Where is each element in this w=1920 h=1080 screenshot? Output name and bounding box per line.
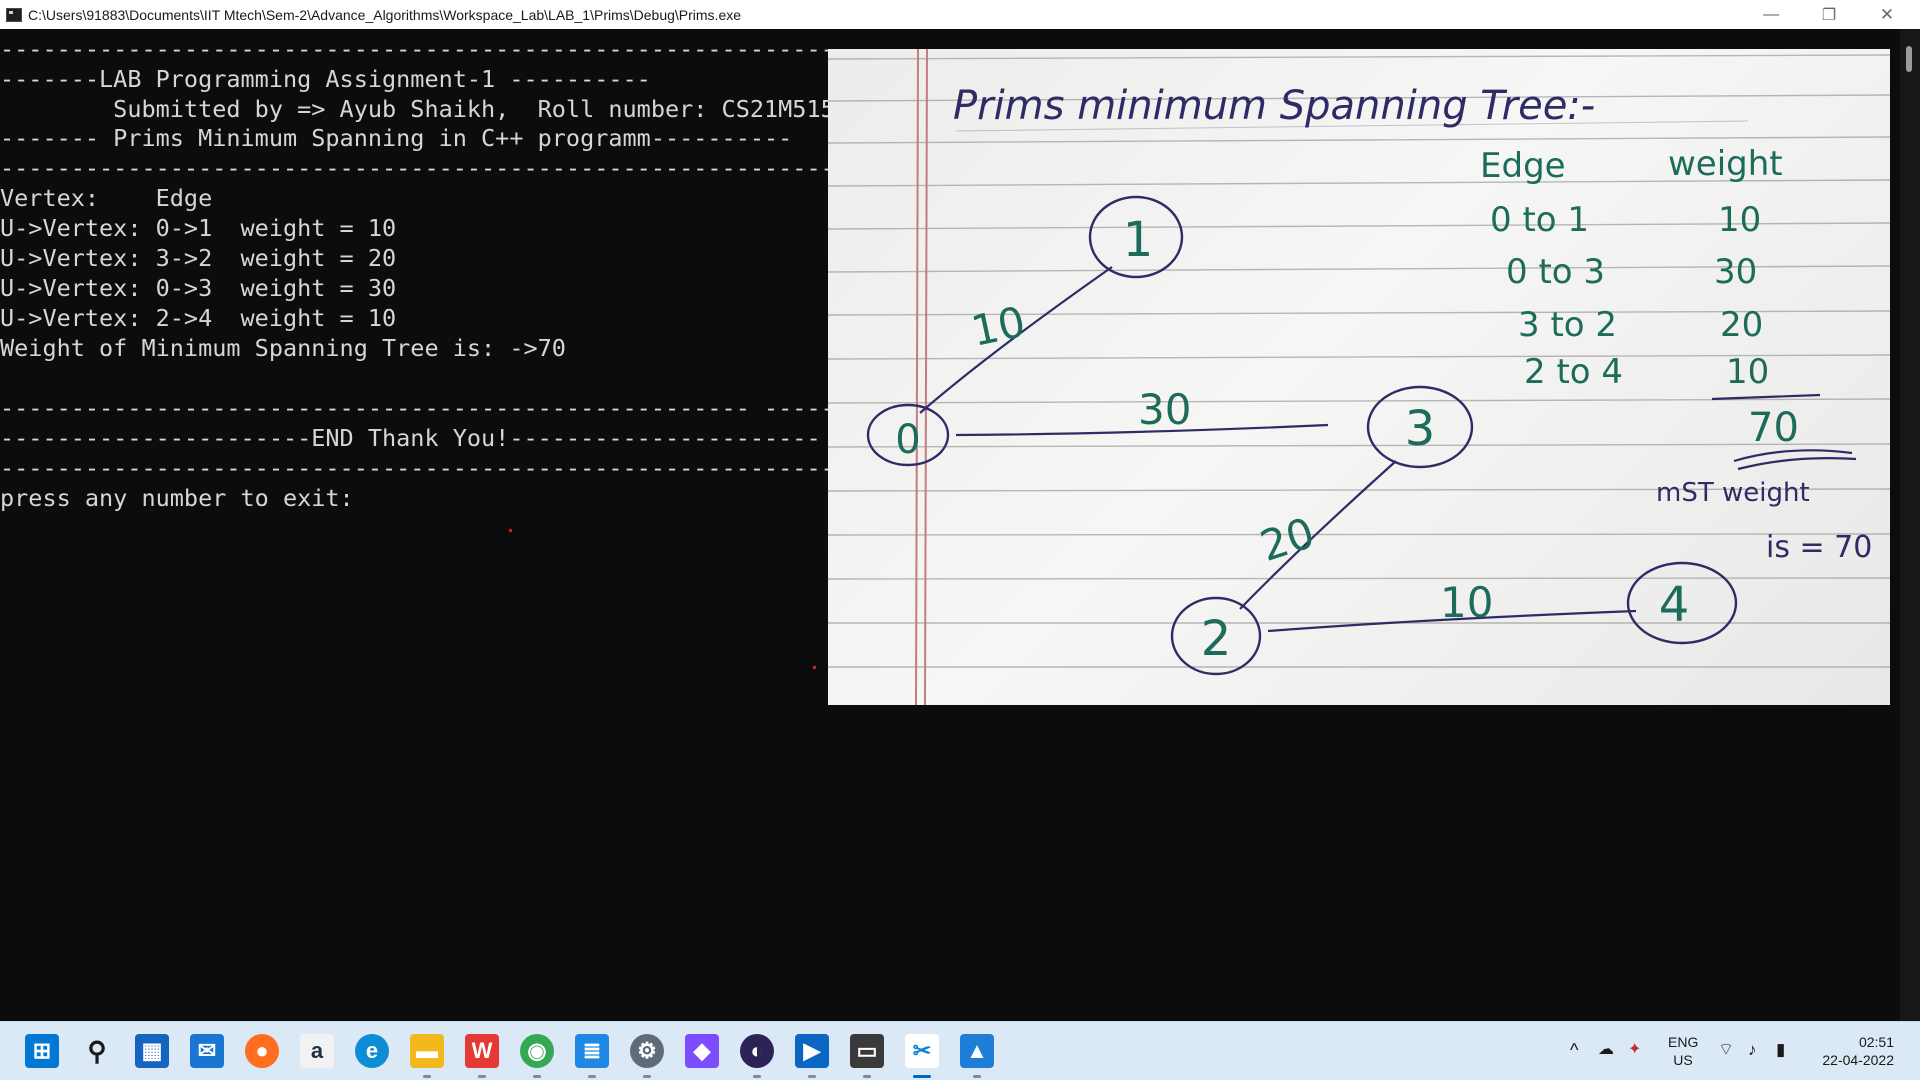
stray-pixel xyxy=(813,666,816,669)
dropbox-icon[interactable]: ✦ xyxy=(1628,1041,1641,1059)
table-row-weight: 30 xyxy=(1714,252,1757,292)
media-player-icon[interactable]: ▶ xyxy=(795,1034,829,1068)
node-label: 2 xyxy=(1201,611,1232,667)
devtools-icon[interactable]: ◆ xyxy=(685,1034,719,1068)
table-row-weight: 10 xyxy=(1726,352,1769,392)
table-row-edge: 0 to 3 xyxy=(1506,252,1605,292)
running-indicator xyxy=(753,1075,761,1078)
battery-icon[interactable]: ▮ xyxy=(1776,1041,1785,1059)
mst-weight-note: mST weight xyxy=(1656,478,1810,508)
start-icon[interactable]: ⊞ xyxy=(25,1034,59,1068)
scrollbar-thumb[interactable] xyxy=(1906,46,1912,72)
table-header-edge: Edge xyxy=(1480,146,1566,186)
table-header-weight: weight xyxy=(1668,144,1783,184)
amazon-icon[interactable]: a xyxy=(300,1034,334,1068)
windows-taskbar: ⊞ ⚲ ▦ ✉ ● a e ▬ W ◉ ≣ ⚙ ◆ ◐ ▶ ▭ ✂ ▲ ^ ☁ … xyxy=(0,1021,1920,1080)
tray-chevron-icon[interactable]: ^ xyxy=(1570,1041,1578,1059)
sum-line xyxy=(1711,393,1821,401)
table-row-weight: 20 xyxy=(1720,305,1763,345)
console-line: ----------------------------------------… xyxy=(0,35,934,63)
console-line: Submitted by => Ayub Shaikh, Roll number… xyxy=(0,95,835,123)
console-line: ----------------------------------------… xyxy=(0,394,849,422)
mail-icon[interactable]: ✉ xyxy=(190,1034,224,1068)
edge-weight-labels: 10 30 20 10 xyxy=(967,297,1493,627)
window-title: C:\Users\91883\Documents\IIT Mtech\Sem-2… xyxy=(28,6,742,23)
edge-weight-label: 10 xyxy=(967,297,1029,356)
language-indicator[interactable]: ENG US xyxy=(1668,1033,1698,1069)
close-button[interactable]: ✕ xyxy=(1858,0,1916,29)
total-underline xyxy=(1737,457,1857,471)
snipping-tool-icon[interactable]: ✂ xyxy=(905,1034,939,1068)
clock-time: 02:51 xyxy=(1858,1034,1894,1050)
console-line: ----------------------------------------… xyxy=(0,454,849,482)
table-row-edge: 0 to 1 xyxy=(1490,200,1589,240)
console-line: Weight of Minimum Spanning Tree is: ->70 xyxy=(0,334,566,362)
edge-weight-label: 20 xyxy=(1254,508,1320,571)
window-title-bar[interactable]: C:\Users\91883\Documents\IIT Mtech\Sem-2… xyxy=(0,0,1920,29)
language-code: ENG xyxy=(1668,1034,1699,1050)
console-line: ----------------------END Thank You!----… xyxy=(0,424,821,452)
console-line: U->Vertex: 0->1 weight = 10 xyxy=(0,214,397,242)
wps-office-icon[interactable]: W xyxy=(465,1034,499,1068)
running-indicator xyxy=(643,1075,651,1078)
running-indicator xyxy=(478,1075,486,1078)
stray-pixel xyxy=(509,529,512,532)
running-indicator xyxy=(588,1075,596,1078)
running-indicator xyxy=(423,1075,431,1078)
notebook-photo: 1 0 3 2 4 10 30 20 10 Prims minimum Span… xyxy=(828,49,1890,705)
total-weight: 70 xyxy=(1748,405,1799,451)
wifi-icon[interactable]: ⌔ xyxy=(1718,1041,1734,1059)
search-icon[interactable]: ⚲ xyxy=(80,1034,114,1068)
mst-weight-note: is = 70 xyxy=(1766,530,1872,565)
terminal-icon[interactable]: ▭ xyxy=(850,1034,884,1068)
restore-button[interactable]: ❐ xyxy=(1800,0,1858,29)
console-line: -------LAB Programming Assignment-1 ----… xyxy=(0,65,651,93)
margin-line xyxy=(924,49,928,705)
clock[interactable]: 02:51 22-04-2022 xyxy=(1812,1033,1894,1069)
edge-weight-label: 10 xyxy=(1440,578,1493,627)
notebook-drawing: 1 0 3 2 4 10 30 20 10 Prims minimum Span… xyxy=(828,49,1890,705)
console-line: U->Vertex: 0->3 weight = 30 xyxy=(0,274,397,302)
node-label: 0 xyxy=(895,417,920,463)
table-row-weight: 10 xyxy=(1718,200,1761,240)
notepad-icon[interactable]: ≣ xyxy=(575,1034,609,1068)
eclipse-icon[interactable]: ◐ xyxy=(740,1034,774,1068)
running-indicator xyxy=(973,1075,981,1078)
console-scrollbar[interactable] xyxy=(1900,29,1920,1021)
node-label: 1 xyxy=(1123,212,1154,268)
chrome-icon[interactable]: ◉ xyxy=(520,1034,554,1068)
margin-line xyxy=(915,49,919,705)
running-indicator xyxy=(863,1075,871,1078)
table-row-edge: 2 to 4 xyxy=(1524,352,1623,392)
edge-icon[interactable]: e xyxy=(355,1034,389,1068)
region-code: US xyxy=(1673,1052,1693,1068)
running-indicator xyxy=(533,1075,541,1078)
active-window-indicator xyxy=(913,1075,931,1078)
clock-date: 22-04-2022 xyxy=(1822,1052,1894,1068)
console-line: Vertex: Edge xyxy=(0,184,213,212)
onedrive-icon[interactable]: ☁ xyxy=(1598,1041,1614,1059)
console-line: press any number to exit: xyxy=(0,484,354,512)
running-indicator xyxy=(808,1075,816,1078)
table-row-edge: 3 to 2 xyxy=(1518,305,1617,345)
photos-icon[interactable]: ▲ xyxy=(960,1034,994,1068)
edge-weight-label: 30 xyxy=(1138,385,1191,434)
notebook-title: Prims minimum Spanning Tree:- xyxy=(953,83,1595,129)
console-line: ------- Prims Minimum Spanning in C++ pr… xyxy=(0,124,793,152)
settings-icon[interactable]: ⚙ xyxy=(630,1034,664,1068)
console-line: U->Vertex: 3->2 weight = 20 xyxy=(0,244,397,272)
firefox-icon[interactable]: ● xyxy=(245,1034,279,1068)
file-explorer-icon[interactable]: ▬ xyxy=(410,1034,444,1068)
minimize-button[interactable]: — xyxy=(1742,0,1800,29)
volume-icon[interactable]: ♪ xyxy=(1748,1041,1757,1059)
node-label: 3 xyxy=(1405,401,1436,457)
store-icon[interactable]: ▦ xyxy=(135,1034,169,1068)
console-line: ----------------------------------------… xyxy=(0,154,849,182)
console-app-icon xyxy=(6,7,22,22)
node-label: 4 xyxy=(1659,577,1690,633)
console-line: U->Vertex: 2->4 weight = 10 xyxy=(0,304,397,332)
